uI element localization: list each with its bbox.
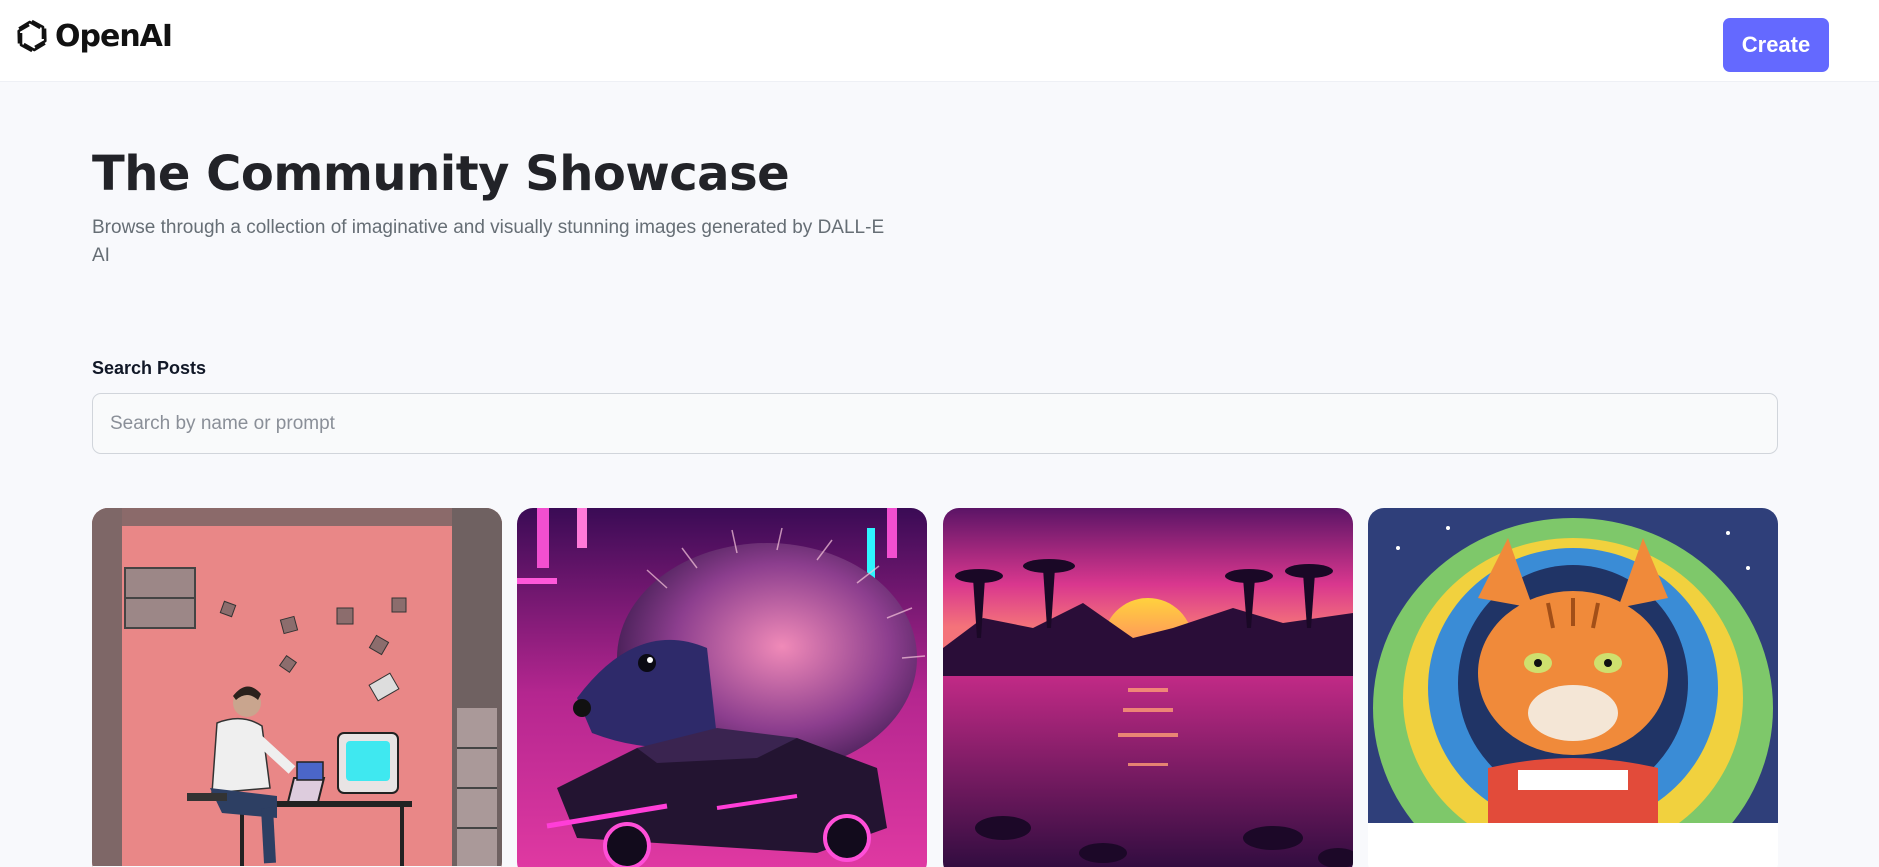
search-label: Search Posts xyxy=(92,358,207,378)
search-input[interactable] xyxy=(92,393,1778,454)
page-title: The Community Showcase xyxy=(92,146,790,202)
gallery-card[interactable] xyxy=(517,508,927,867)
cat-astronaut-image xyxy=(1368,508,1778,867)
programmer-illustration-image xyxy=(92,508,502,867)
gallery-card[interactable] xyxy=(1368,508,1778,867)
create-button[interactable]: Create xyxy=(1723,18,1829,72)
page-subtitle: Browse through a collection of imaginati… xyxy=(92,217,885,266)
openai-logo-link[interactable]: OpenAI xyxy=(12,16,173,56)
gallery-card[interactable] xyxy=(92,508,502,867)
top-navbar: OpenAI Create xyxy=(0,0,1879,82)
synthwave-sunset-image xyxy=(943,508,1353,867)
gallery-card[interactable] xyxy=(943,508,1353,867)
logo-text: OpenAI xyxy=(55,18,173,54)
openai-logo-icon xyxy=(17,19,47,53)
neon-hedgehog-image xyxy=(517,508,927,867)
